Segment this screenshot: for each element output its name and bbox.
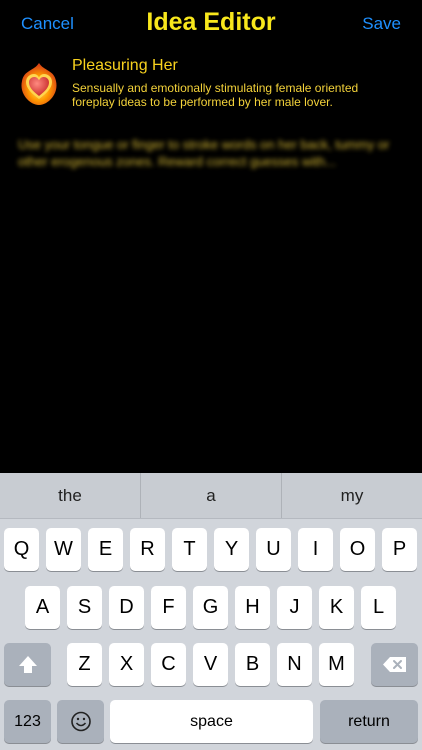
idea-text-editor[interactable]: Use your tongue or finger to stroke word… <box>18 136 402 170</box>
key-u[interactable]: U <box>256 528 291 571</box>
key-h[interactable]: H <box>235 586 270 629</box>
key-c[interactable]: C <box>151 643 186 686</box>
key-b[interactable]: B <box>235 643 270 686</box>
key-m[interactable]: M <box>319 643 354 686</box>
key-d[interactable]: D <box>109 586 144 629</box>
shift-key[interactable] <box>4 643 51 686</box>
suggestion-item[interactable]: a <box>141 473 282 518</box>
key-n[interactable]: N <box>277 643 312 686</box>
key-y[interactable]: Y <box>214 528 249 571</box>
return-key[interactable]: return <box>320 700 418 743</box>
key-x[interactable]: X <box>109 643 144 686</box>
key-s[interactable]: S <box>67 586 102 629</box>
key-p[interactable]: P <box>382 528 417 571</box>
category-header: Pleasuring Her Sensually and emotionally… <box>16 55 406 115</box>
key-l[interactable]: L <box>361 586 396 629</box>
flaming-heart-icon <box>16 61 62 107</box>
key-z[interactable]: Z <box>67 643 102 686</box>
emoji-icon <box>57 700 104 743</box>
suggestion-bar: the a my <box>0 473 422 519</box>
key-q[interactable]: Q <box>4 528 39 571</box>
save-button[interactable]: Save <box>362 14 401 34</box>
shift-icon <box>4 643 51 686</box>
keyboard: the a my Q W E R T Y U I O P A S D F G H… <box>0 473 422 750</box>
key-w[interactable]: W <box>46 528 81 571</box>
numbers-key[interactable]: 123 <box>4 700 51 743</box>
key-j[interactable]: J <box>277 586 312 629</box>
key-r[interactable]: R <box>130 528 165 571</box>
key-o[interactable]: O <box>340 528 375 571</box>
emoji-key[interactable] <box>57 700 104 743</box>
suggestion-item[interactable]: my <box>282 473 422 518</box>
key-k[interactable]: K <box>319 586 354 629</box>
page-title: Idea Editor <box>146 8 276 36</box>
navigation-bar: Cancel Idea Editor Save <box>0 0 422 48</box>
key-g[interactable]: G <box>193 586 228 629</box>
key-v[interactable]: V <box>193 643 228 686</box>
category-description: Sensually and emotionally stimulating fe… <box>72 81 359 109</box>
suggestion-item[interactable]: the <box>0 473 141 518</box>
category-title: Pleasuring Her <box>72 57 178 74</box>
delete-key[interactable] <box>371 643 418 686</box>
key-a[interactable]: A <box>25 586 60 629</box>
key-e[interactable]: E <box>88 528 123 571</box>
space-key[interactable]: space <box>110 700 313 743</box>
key-t[interactable]: T <box>172 528 207 571</box>
key-i[interactable]: I <box>298 528 333 571</box>
key-f[interactable]: F <box>151 586 186 629</box>
backspace-icon <box>371 643 418 686</box>
